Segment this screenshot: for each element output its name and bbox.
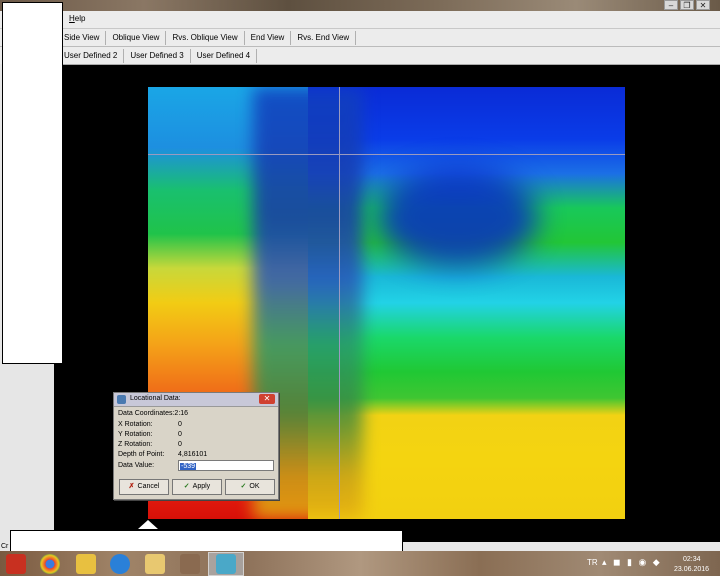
status-text: Cr [1, 543, 9, 550]
dialog-title: Locational Data: [130, 395, 181, 402]
chrome-icon[interactable] [40, 554, 60, 574]
start-icon[interactable] [6, 554, 26, 574]
data-value-input[interactable]: -539 [178, 460, 274, 471]
surfer-app-icon [216, 554, 236, 574]
apply-button[interactable]: ✓ Apply [172, 479, 222, 495]
locational-data-dialog: Locational Data: ✕ Data Coordinates:2:16… [113, 392, 279, 500]
apply-check-icon: ✓ [183, 483, 190, 490]
minimize-button[interactable]: – [664, 0, 678, 10]
crosshair-vertical [339, 87, 340, 519]
window-controls: – ❐ ✕ [664, 0, 710, 11]
user-view-toolbar: User Defined 2 User Defined 3 User Defin… [0, 47, 720, 65]
close-icon[interactable]: ✕ [259, 394, 275, 404]
photo-app-icon[interactable] [180, 554, 200, 574]
x-rotation-value: 0 [178, 421, 182, 428]
tab-end-view[interactable]: End View [245, 30, 292, 45]
data-coordinates-value: 2:16 [174, 410, 189, 417]
z-rotation-value: 0 [178, 441, 182, 448]
dialog-titlebar[interactable]: Locational Data: ✕ [114, 393, 278, 407]
data-coordinates-row: Data Coordinates:2:16 [118, 410, 188, 417]
y-rotation-value: 0 [178, 431, 182, 438]
language-indicator[interactable]: TR [587, 558, 598, 567]
depth-label: Depth of Point: [118, 451, 165, 458]
view-toolbar: Side View Oblique View Rvs. Oblique View… [0, 29, 720, 47]
tab-rvs-oblique-view[interactable]: Rvs. Oblique View [166, 30, 245, 45]
clock-date[interactable]: 23.06.2016 [674, 566, 709, 573]
restore-button[interactable]: ❐ [680, 0, 694, 10]
x-rotation-label: X Rotation: [118, 421, 153, 428]
apply-label: Apply [192, 483, 211, 490]
file-explorer-icon[interactable] [145, 554, 165, 574]
tab-user-defined-2[interactable]: User Defined 2 [58, 48, 125, 63]
cancel-label: Cancel [137, 483, 160, 490]
app-icon[interactable] [76, 554, 96, 574]
close-window-button[interactable]: ✕ [696, 0, 710, 10]
app-icon [117, 395, 126, 404]
menu-help[interactable]: Help [69, 14, 85, 23]
depth-value: 4,816101 [178, 451, 208, 458]
tab-oblique-view[interactable]: Oblique View [106, 30, 167, 45]
redaction-box-bottom [10, 530, 403, 552]
ok-check-icon: ✓ [240, 483, 247, 490]
y-rotation-label: Y Rotation: [118, 431, 153, 438]
tab-user-defined-3[interactable]: User Defined 3 [124, 48, 191, 63]
ok-button[interactable]: ✓ OK [225, 479, 275, 495]
internet-explorer-icon[interactable] [110, 554, 130, 574]
tab-side-view[interactable]: Side View [58, 30, 107, 45]
cancel-button[interactable]: ✗ Cancel [119, 479, 169, 495]
cancel-x-icon: ✗ [128, 483, 135, 490]
desktop-top-strip [0, 0, 720, 11]
system-tray-icons[interactable]: ▴ ◼ ▮ ◉ ◆ [602, 557, 662, 568]
tab-rvs-end-view[interactable]: Rvs. End View [291, 30, 357, 45]
data-coordinates-label: Data Coordinates: [118, 410, 175, 417]
crosshair-horizontal [148, 154, 625, 155]
data-value-label: Data Value: [118, 462, 155, 469]
ok-label: OK [249, 483, 260, 490]
tab-user-defined-4[interactable]: User Defined 4 [191, 48, 258, 63]
data-value-text: -539 [180, 463, 197, 470]
menu-bar [0, 11, 720, 29]
z-rotation-label: Z Rotation: [118, 441, 153, 448]
clock-time[interactable]: 02:34 [683, 556, 701, 563]
redaction-box [2, 2, 63, 364]
heatmap-blue-region [378, 167, 538, 267]
position-marker-icon [138, 520, 158, 529]
